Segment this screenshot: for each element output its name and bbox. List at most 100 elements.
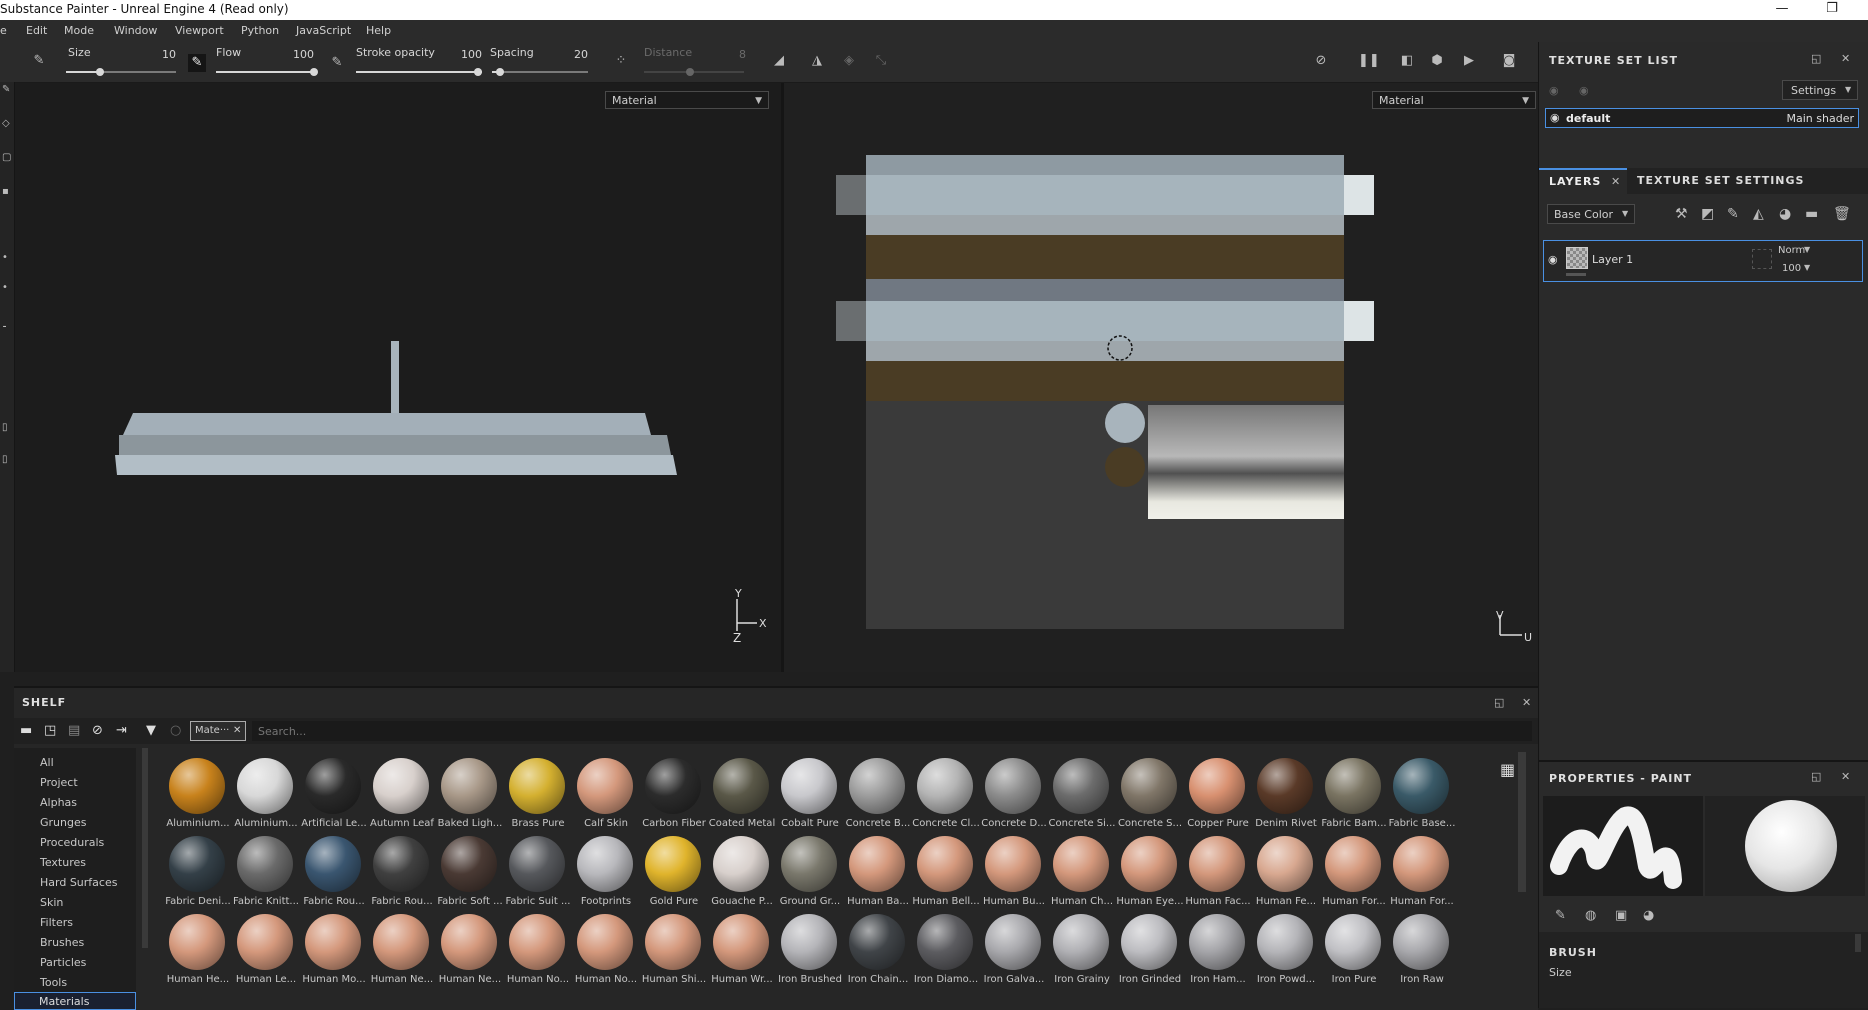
material-item[interactable]: Human For... [1320,836,1388,914]
material-item[interactable]: Gouache P... [708,836,776,914]
menu-javascript[interactable]: JavaScript [296,24,351,37]
add-smart-material-icon[interactable]: ◕ [1779,206,1791,222]
filter-icon[interactable]: ▼ [146,723,156,738]
size-value[interactable]: 10 [150,48,176,61]
clone-tool-icon[interactable]: • [2,282,8,293]
close-icon[interactable]: ✕ [1611,175,1620,188]
material-item[interactable]: Iron Ham... [1184,914,1252,992]
category-hard-surfaces[interactable]: Hard Surfaces [40,876,117,889]
restore-button[interactable]: ❐ [1818,0,1846,20]
material-item[interactable]: Fabric Rou... [300,836,368,914]
texture-set-item[interactable]: ◉ default Main shader [1545,108,1859,128]
transform-icon[interactable]: ⤡ [872,52,890,70]
display-mode-icon[interactable]: ⬢ [1428,52,1446,70]
material-item[interactable]: Human For... [1388,836,1456,914]
size-pressure-icon[interactable]: ✎ [188,54,206,72]
material-item[interactable]: Human No... [504,914,572,992]
material-item[interactable]: Fabric Bam... [1320,758,1388,836]
layer-opacity[interactable]: 100 [1782,263,1801,274]
pause-icon[interactable]: ❚❚ [1358,52,1380,70]
measure-tool-icon[interactable]: ▯ [2,422,8,433]
categories-scrollbar[interactable] [142,748,148,948]
add-folder-icon[interactable]: ▬ [1805,206,1818,222]
float-panel-icon[interactable]: ◱ [1811,52,1821,65]
material-item[interactable]: Iron Diamo... [912,914,980,992]
material-item[interactable]: Brass Pure [504,758,572,836]
add-paint-layer-icon[interactable]: ✎ [1727,206,1739,222]
material-item[interactable]: Ground Gr... [776,836,844,914]
flow-slider[interactable] [216,68,318,76]
picker-tool-icon[interactable]: ⁃ [2,322,7,333]
add-mask-icon[interactable]: ◩ [1701,206,1714,222]
layer-thumbnail[interactable] [1566,247,1588,269]
layer-mask-slot[interactable] [1752,249,1772,269]
category-procedurals[interactable]: Procedurals [40,836,104,849]
material-item[interactable]: Human Ch... [1048,836,1116,914]
menu-window[interactable]: Window [114,24,157,37]
material-item[interactable]: Artificial Le... [300,758,368,836]
material-item[interactable]: Denim Rivet [1252,758,1320,836]
annotation-tool-icon[interactable]: ▯ [2,454,8,465]
material-item[interactable]: Concrete Cl... [912,758,980,836]
category-project[interactable]: Project [40,776,78,789]
category-skin[interactable]: Skin [40,896,63,909]
category-grunges[interactable]: Grunges [40,816,86,829]
folder-icon[interactable]: ▬ [20,723,32,738]
material-item[interactable]: Fabric Base... [1388,758,1456,836]
close-icon[interactable]: ✕ [1522,696,1531,709]
category-all[interactable]: All [40,756,54,769]
material-item[interactable]: Human Le... [232,914,300,992]
material-item[interactable]: Human He... [164,914,232,992]
material-item[interactable]: Human Fe... [1252,836,1320,914]
spacing-value[interactable]: 20 [562,48,588,61]
material-item[interactable]: Fabric Suit ... [504,836,572,914]
material-item[interactable]: Iron Powd... [1252,914,1320,992]
material-item[interactable]: Concrete D... [980,758,1048,836]
add-fill-layer-icon[interactable]: ◭ [1753,206,1764,222]
new-shelf-icon[interactable]: ◳ [44,723,56,738]
refresh-icon[interactable]: ○ [170,723,181,738]
material-item[interactable]: Copper Pure [1184,758,1252,836]
distance-value[interactable]: 8 [720,48,746,61]
material-item[interactable]: Coated Metal [708,758,776,836]
material-item[interactable]: Iron Galva... [980,914,1048,992]
material-item[interactable]: Iron Grinded [1116,914,1184,992]
material-item[interactable]: Calf Skin [572,758,640,836]
eye-icon[interactable]: ◉ [1549,84,1559,97]
close-icon[interactable]: ✕ [233,725,241,736]
grid-view-icon[interactable]: ▦ [1500,760,1515,779]
hide-icon[interactable]: ⊘ [92,723,103,738]
category-materials[interactable]: Materials [14,992,136,1010]
category-alphas[interactable]: Alphas [40,796,77,809]
eye-icon[interactable]: ◉ [1579,84,1589,97]
material-item[interactable]: Concrete S... [1116,758,1184,836]
material-icon[interactable]: ◕ [1643,908,1654,923]
texture-set-shader[interactable]: Main shader [1787,112,1854,125]
alpha-icon[interactable]: ◍ [1585,908,1596,923]
flow-pressure-icon[interactable]: ✎ [328,54,346,72]
material-item[interactable]: Fabric Rou... [368,836,436,914]
minimize-button[interactable]: — [1768,0,1796,20]
angle-icon[interactable]: ◢ [770,52,788,70]
stroke-opacity-value[interactable]: 100 [456,48,482,61]
properties-scrollbar[interactable] [1855,934,1861,952]
category-brushes[interactable]: Brushes [40,936,84,949]
float-panel-icon[interactable]: ◱ [1494,696,1504,709]
material-item[interactable]: Human No... [572,914,640,992]
add-effect-icon[interactable]: ⚒ [1675,206,1688,222]
layer-row[interactable]: ◉ Layer 1 Norm ▼ 100 ▼ [1543,240,1863,282]
smudge-tool-icon[interactable]: • [2,252,8,263]
symmetry-settings-icon[interactable]: ◈ [840,52,858,70]
category-textures[interactable]: Textures [40,856,86,869]
tab-layers[interactable]: LAYERS ✕ [1539,168,1627,194]
channel-select[interactable]: Base Color ▼ [1547,204,1635,224]
menu-file[interactable]: e [0,24,7,37]
material-item[interactable]: Aluminium... [232,758,300,836]
geometry-fill-icon[interactable]: ▪ [2,186,9,197]
material-item[interactable]: Human Eye... [1116,836,1184,914]
material-item[interactable]: Iron Brushed [776,914,844,992]
material-item[interactable]: Iron Raw [1388,914,1456,992]
material-item[interactable]: Iron Pure [1320,914,1388,992]
distance-slider[interactable] [644,68,744,76]
category-filters[interactable]: Filters [40,916,73,929]
